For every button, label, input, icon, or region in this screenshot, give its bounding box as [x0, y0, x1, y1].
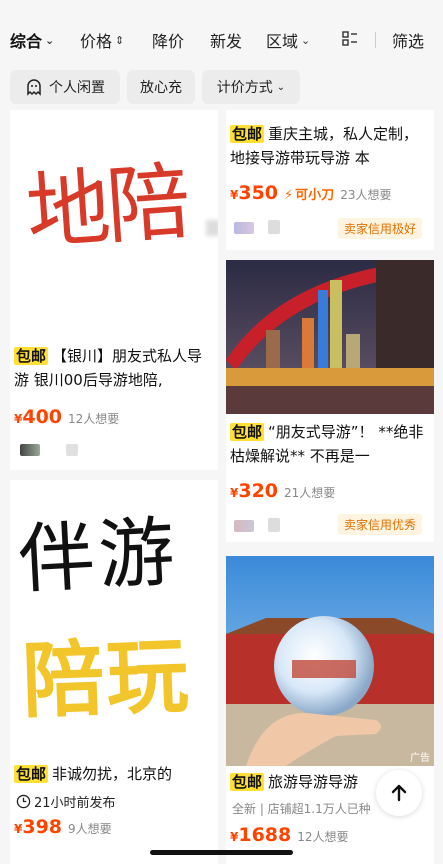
free-shipping-badge: 包邮	[14, 347, 49, 365]
price-row: ¥ 398 9人想要	[14, 816, 112, 838]
product-card[interactable]: 地陪 包邮 【银川】朋友式私人导游 银川00后导游地陪, ¥ 400 12人想要	[10, 110, 218, 470]
sort-updown-icon: ⇕	[115, 33, 125, 47]
avatar	[234, 222, 254, 234]
seller-name-blur	[268, 220, 280, 234]
product-card[interactable]: 包邮 重庆主城，私人定制，地接导游带玩导游 本 ¥ 350 ⚡ 可小刀 23人想要…	[226, 110, 434, 250]
chevron-down-icon: ⌄	[276, 81, 286, 93]
chip-label: 计价方式	[216, 80, 273, 96]
product-card[interactable]: 包邮 “朋友式导游”！ **绝非枯燥解说** 不再是一 ¥ 320 21人想要 卖…	[226, 260, 434, 542]
avatar	[234, 520, 254, 532]
shop-info: 全新 | 店铺超1.1万人已种	[232, 802, 371, 816]
price-row: ¥ 320 21人想要	[230, 480, 335, 502]
product-image	[226, 260, 434, 414]
chevron-down-icon: ⌄	[301, 33, 311, 47]
want-count: 12人想要	[297, 830, 349, 844]
image-calligraphy-top: 伴游	[16, 506, 181, 605]
price-row: ¥ 1688 12人想要	[230, 824, 349, 846]
sort-label: 价格	[80, 32, 113, 51]
image-calligraphy: 地陪	[23, 152, 190, 262]
sort-label: 综合	[10, 32, 43, 51]
product-card[interactable]: 广告 包邮 旅游导游导游 全新 | 店铺超1.1万人已种 ¥ 1688 12人想要	[226, 556, 434, 864]
bargain-tag: 可小刀	[295, 188, 335, 203]
knife-icon: ⚡	[284, 188, 294, 203]
want-count: 9人想要	[68, 822, 112, 836]
filter-chips: 个人闲置 放心充 计价方式 ⌄	[0, 70, 443, 106]
clock-icon	[16, 794, 31, 809]
currency: ¥	[230, 486, 239, 500]
product-title: 包邮 重庆主城，私人定制，地接导游带玩导游 本	[230, 122, 430, 170]
crystal-ball-photo	[226, 556, 434, 766]
seller-name-blur	[268, 518, 280, 532]
sort-label: 新发	[210, 32, 243, 51]
credit-badge: 卖家信用极好	[338, 218, 423, 239]
chip-label: 个人闲置	[49, 80, 105, 96]
price: 398	[22, 816, 63, 838]
currency: ¥	[14, 822, 23, 836]
seller-name-blur	[66, 444, 78, 456]
time-text: 21小时前发布	[34, 796, 116, 811]
price-row: ¥ 350 ⚡ 可小刀 23人想要	[230, 182, 391, 204]
sort-price[interactable]: 价格 ⇕	[80, 26, 124, 54]
chip-reassure[interactable]: 放心充	[127, 70, 195, 104]
divider	[375, 32, 376, 48]
price: 350	[238, 182, 279, 204]
ghost-icon	[27, 79, 41, 96]
free-shipping-badge: 包邮	[230, 125, 265, 143]
product-title: 包邮 非诚勿扰，北京的	[14, 762, 214, 786]
back-to-top-button[interactable]	[376, 770, 422, 816]
sort-region[interactable]: 区域 ⌄	[266, 26, 310, 54]
product-title: 包邮 【银川】朋友式私人导游 银川00后导游地陪,	[14, 344, 214, 392]
sort-label: 降价	[152, 32, 185, 51]
want-count: 21人想要	[284, 486, 336, 500]
sort-new[interactable]: 新发	[210, 26, 242, 54]
image-calligraphy-bottom: 陪玩	[20, 629, 192, 730]
blur-mask	[206, 220, 218, 236]
product-image: 广告	[226, 556, 434, 766]
chip-pricing[interactable]: 计价方式 ⌄	[202, 70, 300, 104]
filter-button[interactable]: 筛选	[392, 26, 424, 54]
want-count: 23人想要	[340, 188, 392, 202]
price: 400	[22, 406, 63, 428]
product-image: 伴游 陪玩	[10, 480, 218, 756]
free-shipping-badge: 包邮	[230, 773, 265, 791]
credit-badge: 卖家信用优秀	[338, 514, 423, 535]
want-count: 12人想要	[68, 412, 120, 426]
title-text: 非诚勿扰，北京的	[52, 765, 173, 783]
product-title: 包邮 “朋友式导游”！ **绝非枯燥解说** 不再是一	[230, 420, 430, 468]
price: 320	[238, 480, 279, 502]
arrow-up-icon	[391, 784, 407, 802]
free-shipping-badge: 包邮	[230, 423, 265, 441]
sort-price-drop[interactable]: 降价	[152, 26, 184, 54]
price-row: ¥ 400 12人想要	[14, 406, 119, 428]
home-indicator	[150, 850, 293, 855]
avatar	[20, 444, 40, 456]
filter-label: 筛选	[392, 32, 425, 51]
sort-label: 区域	[266, 32, 299, 51]
title-text: 旅游导游导游	[268, 773, 359, 791]
currency: ¥	[230, 188, 239, 202]
city-night-photo	[226, 260, 434, 414]
chevron-down-icon: ⌄	[45, 33, 55, 47]
currency: ¥	[230, 830, 239, 844]
price: 1688	[238, 824, 292, 846]
sort-bar: 综合 ⌄ 价格 ⇕ 降价 新发 区域 ⌄ 筛选	[0, 0, 443, 66]
product-card[interactable]: 伴游 陪玩 包邮 非诚勿扰，北京的 21小时前发布 ¥ 398 9人想要	[10, 480, 218, 864]
chip-label: 放心充	[140, 80, 182, 96]
list-view-icon[interactable]	[342, 31, 358, 47]
chip-personal-idle[interactable]: 个人闲置	[10, 70, 120, 104]
free-shipping-badge: 包邮	[14, 765, 49, 783]
product-image: 地陪	[10, 110, 218, 338]
currency: ¥	[14, 412, 23, 426]
ad-label: 广告	[410, 753, 430, 764]
publish-time: 21小时前发布	[16, 792, 116, 811]
sort-comprehensive[interactable]: 综合 ⌄	[10, 26, 54, 54]
